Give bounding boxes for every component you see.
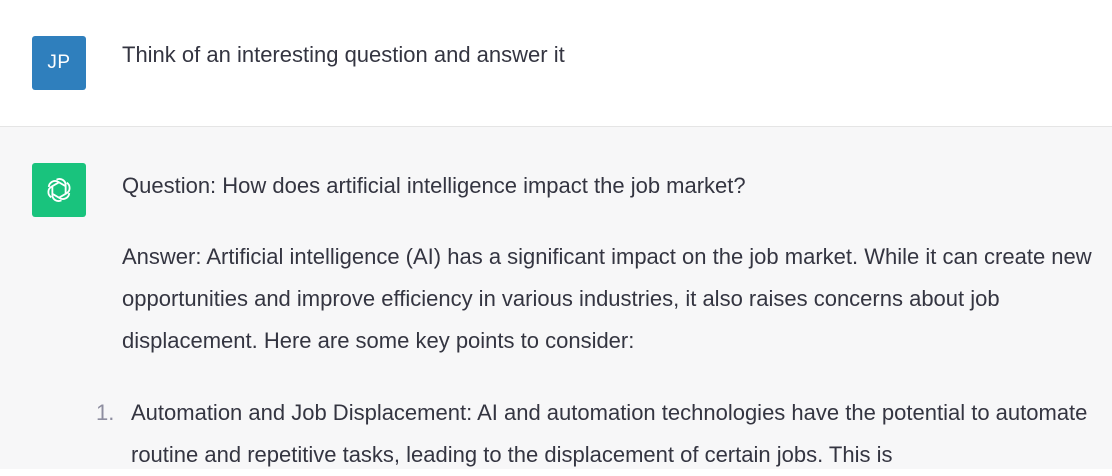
list-item: 1. Automation and Job Displacement: AI a… bbox=[96, 392, 1106, 476]
openai-logo-icon bbox=[47, 178, 71, 202]
user-avatar: JP bbox=[32, 36, 86, 90]
assistant-avatar bbox=[32, 163, 86, 217]
list-item-text: Automation and Job Displacement: AI and … bbox=[131, 400, 1088, 467]
user-message-text: Think of an interesting question and ans… bbox=[122, 42, 565, 67]
assistant-question-text: Question: How does artificial intelligen… bbox=[122, 173, 746, 198]
assistant-numbered-list: 1. Automation and Job Displacement: AI a… bbox=[96, 392, 1106, 476]
assistant-answer-text: Answer: Artificial intelligence (AI) has… bbox=[122, 244, 1092, 353]
user-message-row: JP Think of an interesting question and … bbox=[0, 0, 1112, 127]
assistant-message-row: Question: How does artificial intelligen… bbox=[0, 127, 1112, 469]
list-item-number: 1. bbox=[96, 400, 115, 425]
